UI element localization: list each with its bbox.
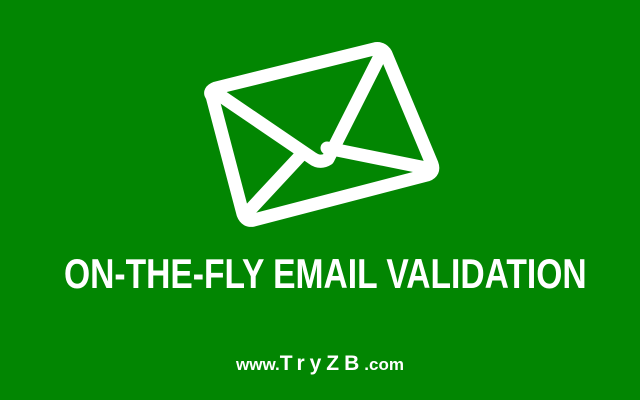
site-url: www.TryZB.com bbox=[0, 352, 640, 375]
site-url-prefix: www. bbox=[236, 355, 280, 374]
site-url-suffix: .com bbox=[364, 355, 404, 374]
page-title: ON-THE-FLY EMAIL VALIDATION bbox=[64, 250, 587, 297]
site-url-brand: TryZB bbox=[279, 352, 365, 375]
envelope-icon bbox=[204, 42, 440, 227]
